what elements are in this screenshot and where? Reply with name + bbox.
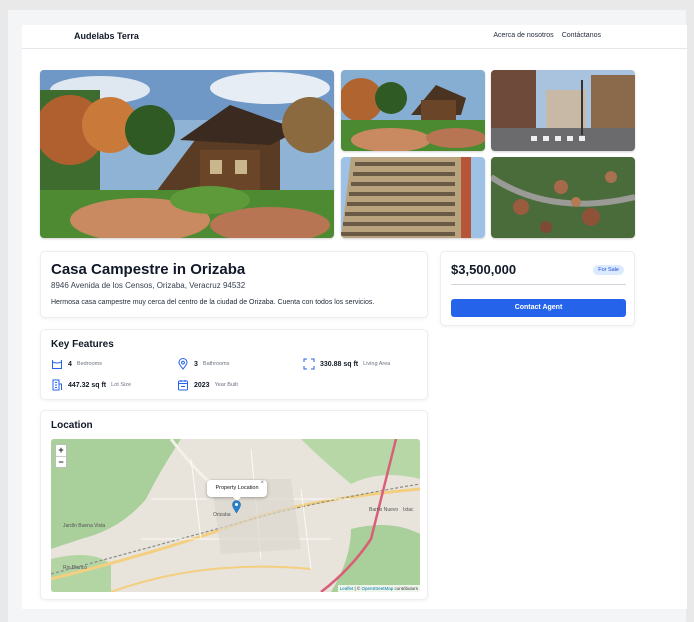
feature-year-built: 2023 Year Built bbox=[177, 379, 238, 391]
zoom-out-button[interactable]: − bbox=[56, 456, 66, 467]
feature-value: 4 bbox=[68, 360, 72, 368]
feature-value: 447.32 sq ft bbox=[68, 381, 107, 389]
map-label-barrio-nuevo: Barrio Nuevo bbox=[369, 507, 399, 513]
map-label-orizaba: Orizaba bbox=[213, 512, 231, 518]
expand-icon bbox=[303, 358, 315, 370]
feature-lot-size: 447.32 sq ft Lot Size bbox=[51, 379, 131, 391]
feature-label: Lot Size bbox=[111, 382, 132, 388]
location-pin-icon bbox=[178, 358, 188, 370]
nav-about[interactable]: Acerca de nosotros bbox=[493, 32, 553, 39]
photo-aerial-neighborhood[interactable] bbox=[491, 157, 635, 238]
attribution-tail: contributors bbox=[393, 586, 418, 591]
leaflet-link[interactable]: Leaflet bbox=[340, 586, 354, 591]
contact-agent-button[interactable]: Contact Agent bbox=[451, 299, 626, 317]
nav-links: Acerca de nosotros Contáctanos bbox=[493, 32, 601, 39]
close-icon[interactable]: × bbox=[260, 475, 264, 492]
price-divider bbox=[451, 284, 626, 285]
map-label-jardin: Jardín Buena Vista bbox=[63, 523, 106, 529]
osm-link[interactable]: OpenStreetMap bbox=[361, 586, 393, 591]
feature-label: Bathrooms bbox=[202, 361, 230, 367]
zoom-in-button[interactable]: + bbox=[56, 445, 66, 456]
calendar-icon bbox=[178, 380, 188, 391]
feature-bedrooms: 4 Bedrooms bbox=[51, 358, 102, 370]
feature-label: Living Area bbox=[363, 361, 391, 367]
location-card: Location Orizaba Ixtac Rio Blanco Barrio… bbox=[40, 410, 428, 600]
price-value: $3,500,000 bbox=[451, 262, 517, 277]
map-tiles bbox=[51, 439, 420, 592]
feature-label: Bedrooms bbox=[76, 361, 102, 367]
feature-bathrooms: 3 Bathrooms bbox=[177, 358, 230, 370]
feature-label: Year Built bbox=[214, 382, 238, 388]
property-title: Casa Campestre in Orizaba bbox=[51, 261, 246, 278]
property-summary-card: Casa Campestre in Orizaba 8946 Avenida d… bbox=[40, 251, 428, 318]
key-features-title: Key Features bbox=[51, 339, 114, 350]
map-attribution: Leaflet | © OpenStreetMap contributors bbox=[337, 585, 420, 592]
building-icon bbox=[52, 379, 62, 391]
map-label-rio-blanco: Rio Blanco bbox=[63, 565, 88, 571]
photo-apartment-building[interactable] bbox=[341, 157, 485, 238]
map-popup: Property Location × bbox=[207, 480, 267, 501]
map-marker-icon[interactable] bbox=[232, 500, 241, 513]
photo-house-secondary[interactable] bbox=[341, 70, 485, 151]
price-card: $3,500,000 For Sale Contact Agent bbox=[440, 251, 635, 326]
photo-main-house[interactable] bbox=[40, 70, 334, 238]
bed-icon bbox=[52, 360, 62, 369]
feature-value: 3 bbox=[194, 360, 198, 368]
navbar: Audelabs Terra Acerca de nosotros Contác… bbox=[22, 25, 687, 49]
feature-living-area: 330.88 sq ft Living Area bbox=[303, 358, 390, 370]
feature-value: 330.88 sq ft bbox=[320, 360, 359, 368]
location-title: Location bbox=[51, 420, 93, 431]
property-description: Hermosa casa campestre muy cerca del cen… bbox=[51, 299, 375, 306]
feature-value: 2023 bbox=[194, 381, 210, 389]
zoom-control: + − bbox=[55, 444, 67, 468]
nav-contact[interactable]: Contáctanos bbox=[562, 32, 601, 39]
brand-logo[interactable]: Audelabs Terra bbox=[74, 31, 139, 41]
status-badge: For Sale bbox=[593, 265, 624, 275]
photo-street-crossing[interactable] bbox=[491, 70, 635, 151]
main-content: Casa Campestre in Orizaba 8946 Avenida d… bbox=[22, 49, 687, 609]
key-features-card: Key Features 4 Bedrooms 3 Bathrooms 330.… bbox=[40, 329, 428, 400]
map-label-ixtac: Ixtac bbox=[403, 507, 414, 513]
map-view[interactable]: Orizaba Ixtac Rio Blanco Barrio Nuevo Ja… bbox=[51, 439, 420, 592]
popup-label: Property Location bbox=[215, 485, 259, 491]
property-address: 8946 Avenida de los Censos, Orizaba, Ver… bbox=[51, 281, 246, 290]
